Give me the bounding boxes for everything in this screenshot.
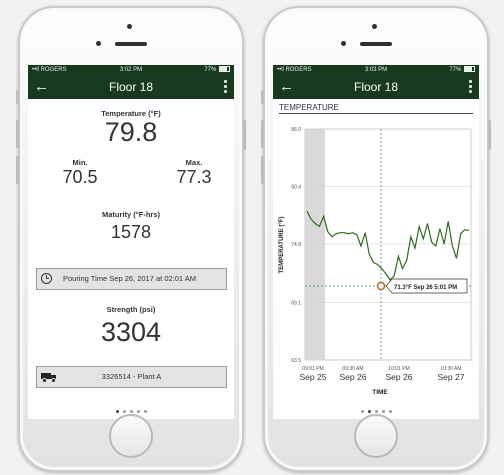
more-vertical-icon[interactable] (224, 78, 228, 95)
page-dot-4[interactable] (136, 410, 140, 413)
temperature-series-line (306, 210, 470, 281)
chart-title: TEMPERATURE (279, 103, 339, 112)
page-dot-2[interactable] (367, 410, 371, 413)
app-header: ← Floor 18 (28, 75, 234, 99)
y-tick-label: 63.5 (291, 358, 301, 364)
x-tick-date: Sep 25 (300, 372, 327, 382)
mute-switch (261, 90, 264, 104)
x-axis-label: TIME (372, 389, 388, 396)
power-button (488, 120, 491, 150)
clock-icon (41, 273, 52, 284)
shaded-region (305, 129, 325, 360)
x-tick-date: Sep 26 (386, 372, 413, 382)
front-camera (96, 41, 101, 46)
tooltip-text: 71.3°F Sep 26 5:01 PM (394, 285, 457, 291)
clock-label: 3:03 PM (364, 67, 388, 73)
y-tick-label: 74.8 (291, 242, 301, 248)
phone-right: ••ll ROGERS 3:03 PM 77% ← Floor 18 TEMPE… (261, 6, 491, 472)
app-header: ← Floor 18 (273, 75, 479, 99)
clock-label: 3:02 PM (119, 67, 143, 73)
battery-percent: 77% (204, 67, 217, 73)
max-value: 77.3 (176, 167, 212, 187)
screen-right: ••ll ROGERS 3:03 PM 77% ← Floor 18 TEMPE… (273, 65, 479, 419)
pouring-time-text: Pouring Time Sep 26, 2017 at 02:01 AM (63, 274, 197, 283)
y-tick-label: 86.0 (291, 127, 301, 133)
page-dot-2[interactable] (122, 410, 126, 413)
min-block: Min. 70.5 (50, 158, 110, 187)
power-button (243, 120, 246, 150)
max-block: Max. 77.3 (164, 158, 224, 187)
selected-point-marker[interactable] (376, 281, 386, 291)
page-title: Floor 18 (108, 80, 154, 94)
home-button[interactable] (354, 414, 398, 458)
battery-icon (464, 66, 475, 73)
maturity-block: Maturity (°F-hrs) 1578 (28, 210, 234, 242)
pouring-time-bar[interactable]: Pouring Time Sep 26, 2017 at 02:01 AM (36, 268, 227, 290)
tooltip: 71.3°F Sep 26 5:01 PM (385, 278, 468, 294)
front-camera (341, 41, 346, 46)
temperature-block: Temperature (°F) 79.8 (28, 109, 234, 147)
mute-switch (16, 90, 19, 104)
min-label: Min. (72, 158, 88, 167)
truck-ticket-text: 3326514 - Plant A (101, 372, 162, 381)
volume-down-button (261, 156, 264, 184)
plot-area-border (304, 128, 472, 361)
truck-icon (41, 373, 57, 383)
page-indicator[interactable] (273, 410, 479, 413)
max-label: Max. (185, 158, 203, 167)
page-dot-4[interactable] (381, 410, 385, 413)
volume-up-button (16, 120, 19, 148)
page-indicator[interactable] (28, 410, 234, 413)
page-dot-5[interactable] (388, 410, 392, 413)
temperature-value: 79.8 (104, 117, 158, 147)
maturity-label: Maturity (°F-hrs) (102, 210, 160, 219)
battery-percent: 77% (449, 67, 462, 73)
x-tick-date: Sep 26 (340, 372, 367, 382)
page-dot-3[interactable] (129, 410, 133, 413)
strength-value: 3304 (100, 317, 162, 347)
chart-title-rule (279, 113, 473, 114)
status-bar: ••ll ROGERS 3:03 PM 77% (273, 65, 479, 75)
more-vertical-icon[interactable] (469, 78, 473, 95)
proximity-sensor (127, 24, 132, 29)
y-tick-label: 80.4 (291, 184, 301, 190)
temperature-chart[interactable]: TEMPERATURE (°F) TIME 86.0 80.4 74.8 69.1 63… (273, 117, 479, 399)
page-dot-5[interactable] (143, 410, 147, 413)
home-button[interactable] (109, 414, 153, 458)
y-tick-label: 69.1 (291, 301, 301, 307)
proximity-sensor (372, 24, 377, 29)
screen-left: ••ll ROGERS 3:02 PM 77% ← Floor 18 Tempe… (28, 65, 234, 419)
volume-up-button (261, 120, 264, 148)
maturity-value: 1578 (110, 222, 152, 242)
battery-indicator: 77% (449, 65, 475, 75)
earpiece-speaker (115, 42, 147, 46)
strength-label: Strength (psi) (106, 305, 156, 314)
earpiece-speaker (360, 42, 392, 46)
page-dot-3[interactable] (374, 410, 378, 413)
battery-indicator: 77% (204, 65, 230, 75)
x-tick-date: Sep 27 (438, 372, 465, 382)
y-axis-label: TEMPERATURE (°F) (279, 217, 285, 274)
min-value: 70.5 (62, 167, 98, 187)
truck-ticket-bar[interactable]: 3326514 - Plant A (36, 366, 227, 388)
page-dot-1[interactable] (115, 410, 119, 413)
strength-block: Strength (psi) 3304 (28, 305, 234, 347)
phone-left: ••ll ROGERS 3:02 PM 77% ← Floor 18 Tempe… (16, 6, 246, 472)
page-title: Floor 18 (353, 80, 399, 94)
page-dot-1[interactable] (360, 410, 364, 413)
volume-down-button (16, 156, 19, 184)
status-bar: ••ll ROGERS 3:02 PM 77% (28, 65, 234, 75)
battery-icon (219, 66, 230, 73)
